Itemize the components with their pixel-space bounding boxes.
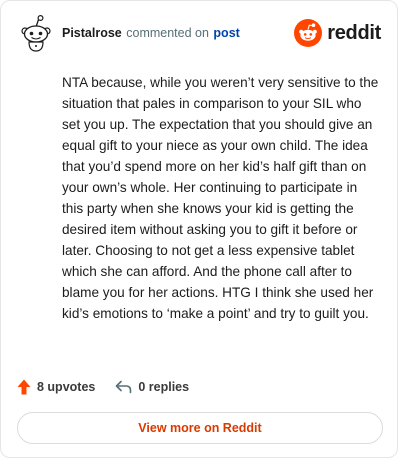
embedded-comment-card: Pistalrose commented on post reddit NTA … — [0, 0, 398, 458]
comment-header: Pistalrose commented on post reddit — [19, 14, 381, 55]
comment-stats: 8 upvotes 0 replies — [17, 377, 189, 397]
comment-byline: Pistalrose commented on post — [62, 26, 240, 40]
reddit-wordmark: reddit — [327, 21, 381, 44]
upvote-count: 8 upvotes — [37, 380, 96, 394]
avatar[interactable] — [19, 14, 53, 53]
reddit-brand[interactable]: reddit — [294, 19, 381, 47]
reply-icon — [116, 380, 132, 394]
post-link[interactable]: post — [213, 26, 239, 40]
replies-stat[interactable]: 0 replies — [115, 380, 189, 394]
comment-body: NTA because, while you weren’t very sens… — [62, 75, 379, 321]
view-more-button[interactable]: View more on Reddit — [17, 412, 383, 444]
avatar-snoo-icon — [21, 14, 51, 52]
reddit-logo-icon — [294, 19, 323, 47]
upvotes-stat[interactable]: 8 upvotes — [17, 379, 95, 395]
username-link[interactable]: Pistalrose — [62, 26, 122, 40]
upvote-arrow-icon — [17, 379, 31, 395]
action-text: commented on — [126, 26, 209, 40]
reply-count: 0 replies — [138, 380, 190, 394]
